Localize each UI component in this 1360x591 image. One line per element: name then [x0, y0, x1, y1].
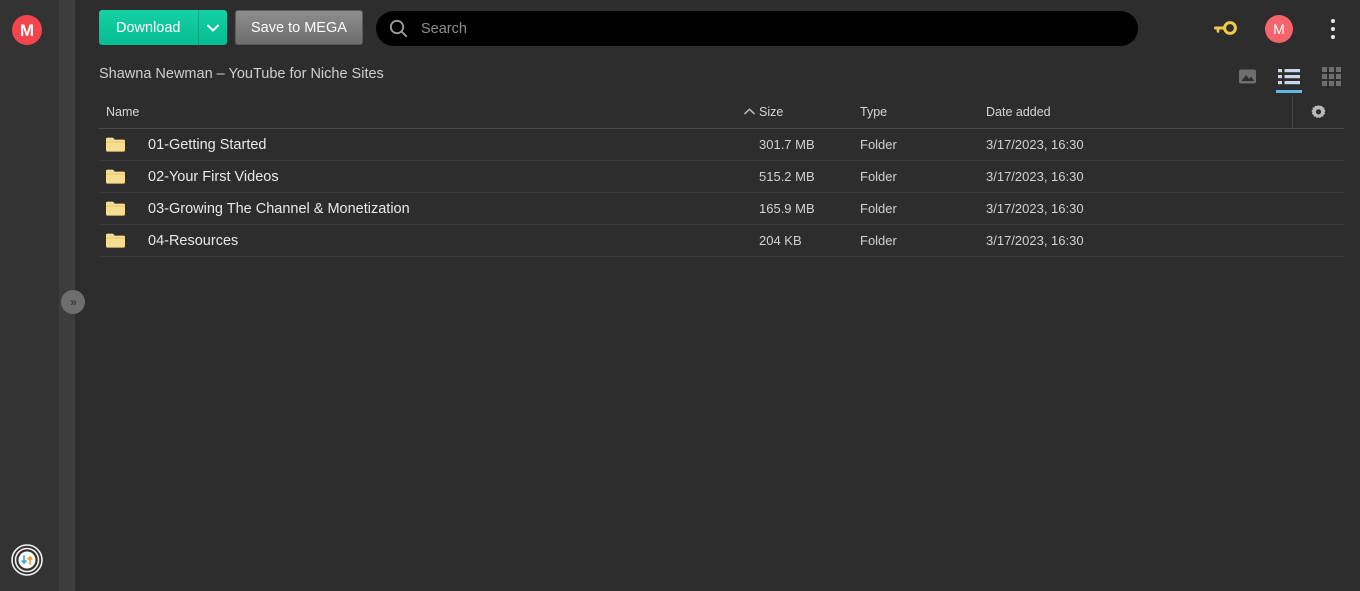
sidebar-expand-handle[interactable]: » [61, 290, 85, 314]
download-button-group: Download [99, 10, 227, 45]
row-size-cell: 515.2 MB [759, 169, 815, 184]
breadcrumb: Shawna Newman – YouTube for Niche Sites [99, 66, 384, 82]
kebab-dot [1331, 19, 1335, 23]
column-header-name[interactable]: Name [99, 105, 759, 119]
mega-logo-letter: M [19, 20, 35, 40]
column-header-size[interactable]: Size [759, 105, 860, 119]
column-header-type[interactable]: Type [860, 105, 986, 119]
download-button[interactable]: Download [99, 10, 198, 45]
row-name-cell: 01-Getting Started [99, 137, 759, 153]
search-input[interactable] [421, 20, 1138, 37]
row-type-cell: Folder [860, 169, 897, 184]
search-icon [389, 19, 408, 38]
kebab-dot [1331, 35, 1335, 39]
gear-icon[interactable] [1292, 96, 1344, 129]
view-toggle-list[interactable] [1276, 61, 1302, 93]
more-vertical-icon[interactable] [1323, 16, 1343, 42]
chevron-up-icon [744, 107, 755, 118]
row-date-cell: 3/17/2023, 16:30 [986, 233, 1084, 248]
row-size-cell: 301.7 MB [759, 137, 815, 152]
table-row[interactable]: 02-Your First Videos 515.2 MB Folder 3/1… [99, 161, 1344, 193]
row-date-cell: 3/17/2023, 16:30 [986, 137, 1084, 152]
row-type-cell: Folder [860, 201, 897, 216]
mega-logo[interactable]: M [12, 15, 42, 45]
column-header-date-added[interactable]: Date added [986, 105, 1344, 119]
view-toggle-group [1234, 61, 1344, 93]
sidebar-expand-label: » [70, 295, 77, 309]
save-to-mega-button[interactable]: Save to MEGA [235, 10, 363, 45]
row-size-cell: 204 KB [759, 233, 802, 248]
row-type-cell: Folder [860, 233, 897, 248]
search-bar[interactable] [376, 11, 1138, 46]
mega-file-browser: M » Download Save to MEGA Search M Shawn… [0, 0, 1360, 591]
table-row[interactable]: 03-Growing The Channel & Monetization 16… [99, 193, 1344, 225]
row-type-cell: Folder [860, 137, 897, 152]
row-name-label: 03-Growing The Channel & Monetization [148, 200, 410, 217]
row-date-cell: 3/17/2023, 16:30 [986, 201, 1084, 216]
row-name-cell: 02-Your First Videos [99, 169, 759, 185]
folder-icon [106, 169, 125, 184]
file-table: Name Size Type Date added 01-Getting Sta… [99, 96, 1344, 257]
chevron-down-icon[interactable] [197, 10, 227, 45]
folder-icon [106, 233, 125, 248]
table-header: Name Size Type Date added [99, 96, 1344, 129]
kebab-dot [1331, 27, 1335, 31]
table-row[interactable]: 01-Getting Started 301.7 MB Folder 3/17/… [99, 129, 1344, 161]
table-row[interactable]: 04-Resources 204 KB Folder 3/17/2023, 16… [99, 225, 1344, 257]
row-size-cell: 165.9 MB [759, 201, 815, 216]
left-rail [0, 0, 59, 591]
folder-icon [106, 201, 125, 216]
view-toggle-media[interactable] [1234, 61, 1260, 91]
row-name-cell: 03-Growing The Channel & Monetization [99, 201, 759, 217]
row-name-cell: 04-Resources [99, 233, 759, 249]
row-name-label: 01-Getting Started [148, 136, 267, 153]
row-name-label: 04-Resources [148, 232, 239, 249]
view-toggle-grid[interactable] [1318, 61, 1344, 91]
row-date-cell: 3/17/2023, 16:30 [986, 169, 1084, 184]
avatar[interactable]: M [1265, 15, 1293, 43]
avatar-letter: M [1273, 21, 1285, 37]
key-icon[interactable] [1212, 18, 1238, 43]
transfer-status-icon[interactable] [11, 544, 43, 576]
breadcrumb-row: Shawna Newman – YouTube for Niche Sites [75, 57, 1360, 95]
top-toolbar: Download Save to MEGA Search M [75, 0, 1360, 57]
row-name-label: 02-Your First Videos [148, 168, 279, 185]
folder-icon [106, 137, 125, 152]
table-body: 01-Getting Started 301.7 MB Folder 3/17/… [99, 129, 1344, 257]
